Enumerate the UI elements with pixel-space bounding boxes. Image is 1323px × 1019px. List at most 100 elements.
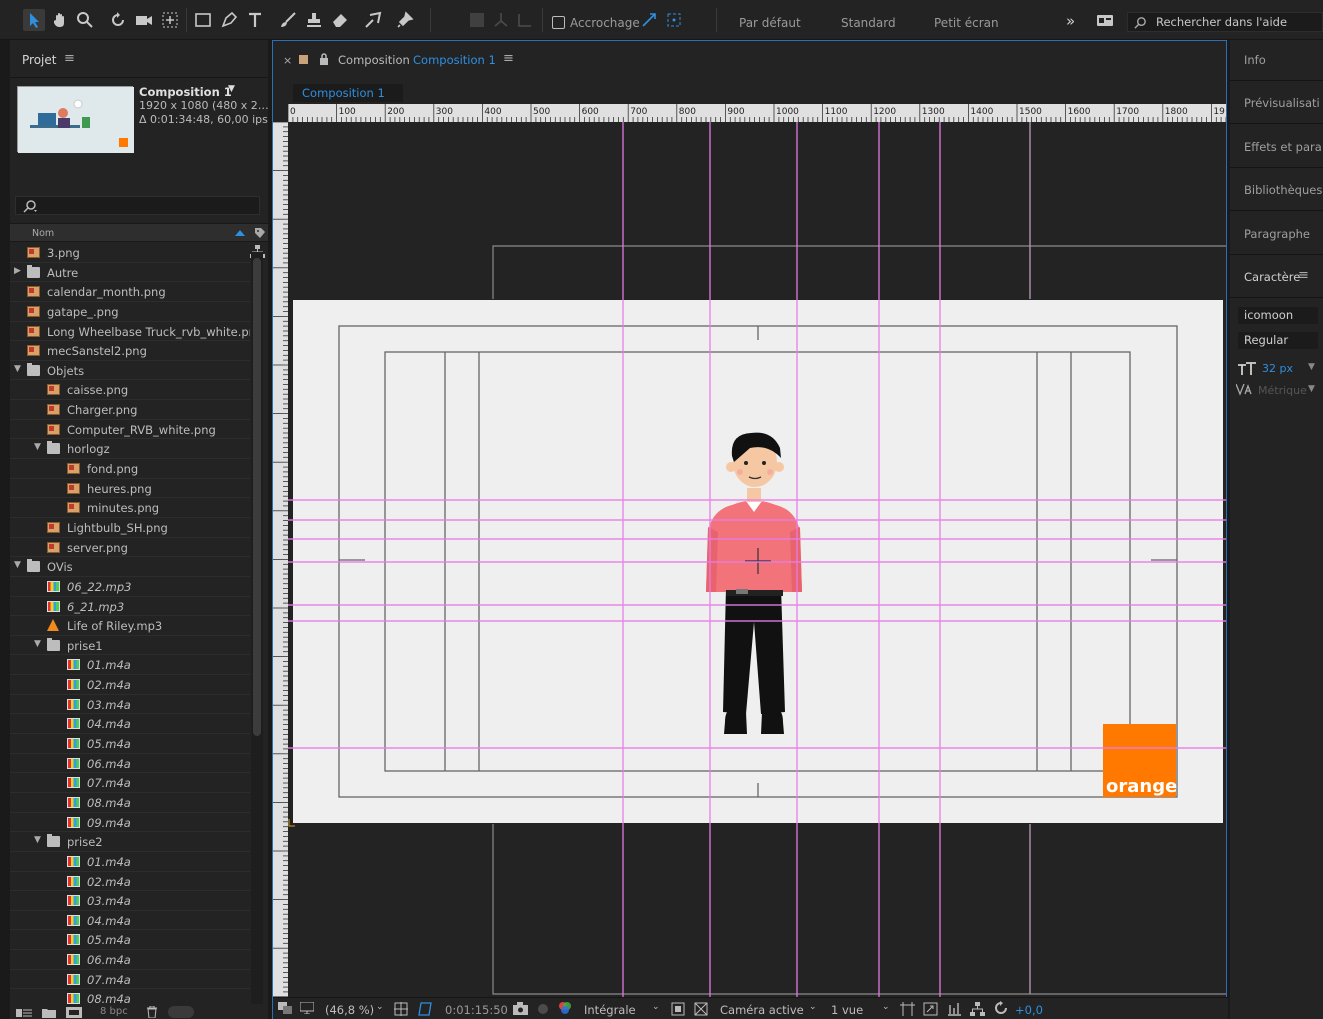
disclosure-expanded-icon[interactable]: ▼ xyxy=(14,560,21,570)
new-folder-icon[interactable] xyxy=(42,1007,56,1018)
current-timecode[interactable]: 0:01:15:50 xyxy=(445,1003,508,1017)
snap-feather-icon[interactable] xyxy=(663,9,685,31)
project-item-row[interactable]: 08.m4a xyxy=(10,989,250,1006)
font-family-dropdown[interactable]: icomoon xyxy=(1238,307,1318,324)
chevron-down-icon[interactable]: ⌄ xyxy=(376,1002,384,1012)
project-item-row[interactable]: 09.m4a xyxy=(10,813,250,833)
project-item-row[interactable]: 06_22.mp3 xyxy=(10,577,250,597)
comp-flowchart-icon[interactable] xyxy=(970,1002,985,1016)
font-style-dropdown[interactable]: Regular xyxy=(1238,332,1318,349)
chevron-down-icon[interactable]: ▼ xyxy=(1308,384,1315,394)
project-item-row[interactable]: 3.png xyxy=(10,243,250,263)
rotate-tool-icon[interactable] xyxy=(107,9,129,31)
workspace-overflow-button[interactable]: » xyxy=(1066,12,1075,30)
world-axis-icon[interactable] xyxy=(490,9,512,31)
snapshot-camera-icon[interactable] xyxy=(513,1002,528,1015)
camera-view-dropdown[interactable]: Caméra active xyxy=(720,1003,804,1017)
comp-panel-name[interactable]: Composition 1 xyxy=(413,53,496,67)
sync-settings-icon[interactable] xyxy=(1094,9,1116,31)
exposure-value[interactable]: +0,0 xyxy=(1015,1003,1043,1017)
brush-tool-icon[interactable] xyxy=(277,9,299,31)
project-item-row[interactable]: gatape_.png xyxy=(10,302,250,322)
zoom-level-dropdown[interactable]: (46,8 %) xyxy=(325,1003,374,1017)
disclosure-expanded-icon[interactable]: ▼ xyxy=(34,442,41,452)
project-folder-row[interactable]: ▼ prise2 xyxy=(10,832,250,852)
project-item-row[interactable]: 08.m4a xyxy=(10,793,250,813)
local-axis-icon[interactable] xyxy=(466,9,488,31)
chevron-down-icon[interactable]: ▼ xyxy=(1308,362,1315,372)
project-item-row[interactable]: Charger.png xyxy=(10,400,250,420)
kerning-value[interactable]: Métrique xyxy=(1258,384,1307,397)
new-composition-icon[interactable] xyxy=(66,1007,82,1018)
font-size-value[interactable]: 32 px xyxy=(1262,362,1293,375)
region-of-interest-icon[interactable] xyxy=(671,1002,685,1016)
fast-previews-icon[interactable] xyxy=(923,1002,938,1016)
show-snapshot-icon[interactable] xyxy=(536,1002,550,1015)
project-item-row[interactable]: 04.m4a xyxy=(10,911,250,931)
project-item-row[interactable]: calendar_month.png xyxy=(10,282,250,302)
disclosure-expanded-icon[interactable]: ▼ xyxy=(14,364,21,374)
reset-exposure-icon[interactable] xyxy=(994,1001,1008,1015)
project-item-row[interactable]: 06.m4a xyxy=(10,950,250,970)
disclosure-expanded-icon[interactable]: ▼ xyxy=(34,639,41,649)
project-item-row[interactable]: Life of Riley.mp3 xyxy=(10,616,250,636)
project-item-row[interactable]: 07.m4a xyxy=(10,773,250,793)
panel-menu-icon[interactable]: ≡ xyxy=(64,51,75,66)
comp-dropdown-icon[interactable]: ▼ xyxy=(228,84,235,94)
panel-character-title[interactable]: Caractère xyxy=(1244,270,1300,284)
panel-menu-icon[interactable]: ≡ xyxy=(1298,268,1309,283)
snap-edges-icon[interactable] xyxy=(638,9,660,31)
lock-icon[interactable] xyxy=(319,53,329,65)
project-folder-row[interactable]: ▼ prise1 xyxy=(10,636,250,656)
project-item-row[interactable]: Computer_RVB_white.png xyxy=(10,420,250,440)
project-item-row[interactable]: caisse.png xyxy=(10,380,250,401)
horizontal-ruler[interactable]: 0 100 200 300 400 500 600 700 800 900 1000 1100 1200… xyxy=(287,104,1227,122)
safe-margins-icon[interactable] xyxy=(394,1002,408,1016)
hand-tool-icon[interactable] xyxy=(49,9,71,31)
bit-depth-button[interactable]: 8 bpc xyxy=(100,1006,128,1017)
chevron-down-icon[interactable]: ⌄ xyxy=(652,1002,660,1012)
panel-paragraph[interactable]: Paragraphe xyxy=(1244,227,1310,241)
pan-behind-tool-icon[interactable] xyxy=(159,9,181,31)
view-layout-dropdown[interactable]: 1 vue xyxy=(831,1003,863,1017)
trash-icon[interactable] xyxy=(146,1006,158,1018)
chevron-down-icon[interactable]: ⌄ xyxy=(882,1002,890,1012)
project-folder-row[interactable]: ▼ OVis xyxy=(10,557,250,577)
project-item-row[interactable]: 06.m4a xyxy=(10,754,250,774)
clone-stamp-tool-icon[interactable] xyxy=(303,9,325,31)
interpret-footage-icon[interactable] xyxy=(16,1007,32,1018)
channel-rgb-icon[interactable] xyxy=(558,1001,572,1015)
project-item-row[interactable]: 01.m4a xyxy=(10,655,250,676)
monitor-icon[interactable] xyxy=(300,1002,314,1014)
thumbnail-size-slider[interactable] xyxy=(168,1006,194,1018)
puppet-pin-tool-icon[interactable] xyxy=(394,9,416,31)
disclosure-expanded-icon[interactable]: ▼ xyxy=(34,835,41,845)
project-item-row[interactable]: 05.m4a xyxy=(10,930,250,951)
zoom-tool-icon[interactable] xyxy=(74,9,96,31)
project-item-row[interactable]: server.png xyxy=(10,538,250,558)
project-folder-row[interactable]: ▶ Autre xyxy=(10,263,250,283)
project-item-row[interactable]: mecSanstel2.png xyxy=(10,341,250,361)
panel-preview[interactable]: Prévisualisati xyxy=(1244,96,1320,110)
panel-effects-presets[interactable]: Effets et para xyxy=(1244,140,1322,154)
project-item-row[interactable]: minutes.png xyxy=(10,498,250,518)
project-item-row[interactable]: 6_21.mp3 xyxy=(10,597,250,617)
project-item-row[interactable]: 02.m4a xyxy=(10,872,250,892)
view-axis-icon[interactable] xyxy=(514,9,536,31)
resolution-dropdown[interactable]: Intégrale xyxy=(584,1003,636,1017)
column-name-header[interactable]: Nom xyxy=(32,228,54,239)
panel-menu-icon[interactable]: ≡ xyxy=(503,51,514,66)
selection-tool-icon[interactable] xyxy=(23,9,45,31)
toggle-pixel-aspect-icon[interactable] xyxy=(900,1002,915,1016)
disclosure-collapsed-icon[interactable]: ▶ xyxy=(14,266,21,276)
project-search-input[interactable] xyxy=(15,196,260,215)
project-item-row[interactable]: Lightbulb_SH.png xyxy=(10,518,250,538)
mask-visibility-icon[interactable] xyxy=(418,1002,432,1016)
close-panel-icon[interactable]: × xyxy=(283,54,292,67)
roto-brush-tool-icon[interactable] xyxy=(362,9,384,31)
project-item-row[interactable]: heures.png xyxy=(10,479,250,499)
timeline-icon[interactable] xyxy=(947,1002,962,1016)
project-item-row[interactable]: 05.m4a xyxy=(10,734,250,754)
camera-tool-icon[interactable] xyxy=(133,9,155,31)
project-item-row[interactable]: 07.m4a xyxy=(10,970,250,990)
